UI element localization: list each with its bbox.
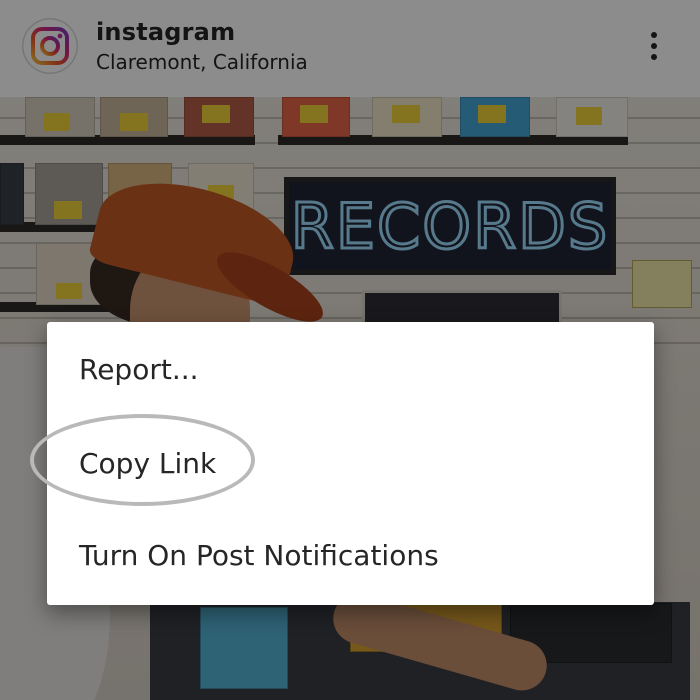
report-option-label: Report... xyxy=(79,353,199,386)
turn-on-post-notifications-option[interactable]: Turn On Post Notifications xyxy=(47,507,654,599)
instagram-post-screen: instagram Claremont, California RECORDS … xyxy=(0,0,700,700)
report-option[interactable]: Report... xyxy=(47,322,654,414)
turn-on-post-notifications-label: Turn On Post Notifications xyxy=(79,539,439,572)
copy-link-highlight-ring xyxy=(30,414,255,506)
